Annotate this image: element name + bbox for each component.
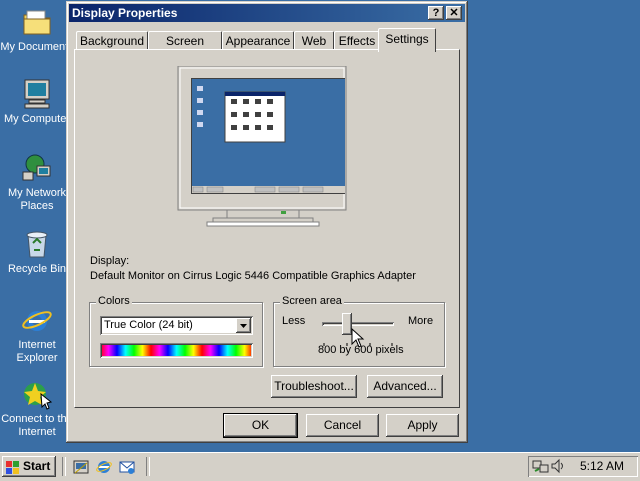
color-spectrum-bar — [100, 343, 253, 358]
clock[interactable]: 5:12 AM — [580, 459, 624, 473]
advanced-button[interactable]: Advanced... — [367, 375, 443, 398]
display-label: Display: — [90, 255, 130, 267]
tab-web[interactable]: Web — [294, 31, 334, 51]
show-desktop-icon[interactable] — [72, 458, 90, 479]
quick-launch — [70, 457, 142, 477]
display-properties-window: Display Properties ? ✕ Background Screen… — [66, 1, 468, 443]
troubleshoot-button[interactable]: Troubleshoot... — [271, 375, 357, 398]
desktop-icon-my-computer[interactable]: My Computer — [0, 78, 74, 126]
system-tray: 5:12 AM — [528, 456, 638, 477]
tab-screen-saver[interactable]: Screen Saver — [148, 31, 222, 66]
title-bar[interactable]: Display Properties ? ✕ — [69, 4, 465, 22]
slider-track — [322, 322, 394, 326]
colors-dropdown[interactable]: True Color (24 bit) — [100, 316, 253, 335]
network-icon — [21, 152, 53, 184]
tab-background[interactable]: Background — [76, 31, 148, 51]
desktop-icon-connect-to-the-internet[interactable]: Connect to the Internet — [0, 378, 74, 439]
desktop-icon-my-network-places[interactable]: My Network Places — [0, 152, 74, 213]
chevron-down-icon — [240, 324, 247, 328]
cancel-button[interactable]: Cancel — [306, 414, 379, 437]
desktop-icon-my-documents[interactable]: My Documents — [0, 6, 74, 54]
computer-icon — [21, 78, 53, 110]
ie-quicklaunch-icon[interactable] — [95, 458, 113, 479]
colors-legend: Colors — [96, 295, 132, 307]
colors-group: Colors True Color (24 bit) — [89, 295, 263, 367]
display-adapter-text: Default Monitor on Cirrus Logic 5446 Com… — [90, 270, 416, 282]
dropdown-arrow-button[interactable] — [236, 318, 251, 333]
taskbar-separator-2 — [146, 457, 150, 476]
taskbar-separator — [62, 457, 66, 476]
outlook-express-icon[interactable] — [118, 458, 136, 479]
start-button[interactable]: Start — [2, 456, 56, 477]
start-label: Start — [23, 459, 51, 473]
desktop-icon-internet-explorer[interactable]: Internet Explorer — [0, 304, 74, 365]
apply-button[interactable]: Apply — [386, 414, 459, 437]
recycle-bin-icon — [21, 228, 53, 260]
colors-selected-value: True Color (24 bit) — [104, 319, 193, 331]
tab-settings[interactable]: Settings — [378, 28, 436, 52]
ie-icon — [21, 304, 53, 336]
monitor-icon — [177, 65, 347, 227]
mouse-cursor — [351, 327, 365, 351]
help-button[interactable]: ? — [428, 6, 444, 20]
close-button[interactable]: ✕ — [446, 6, 462, 20]
ok-button[interactable]: OK — [223, 413, 298, 438]
taskbar: Start 5:12 AM — [0, 452, 640, 481]
settings-panel: Display: Default Monitor on Cirrus Logic… — [74, 49, 460, 408]
tab-effects[interactable]: Effects — [334, 31, 380, 51]
folder-icon — [21, 6, 53, 38]
window-title: Display Properties — [72, 6, 178, 20]
volume-icon[interactable] — [550, 458, 566, 477]
arrow-cursor-icon — [351, 327, 365, 348]
less-label: Less — [282, 315, 306, 327]
desktop-icon-recycle-bin[interactable]: Recycle Bin — [0, 228, 74, 276]
screen-area-legend: Screen area — [280, 295, 344, 307]
monitor-preview — [177, 65, 347, 234]
connect-icon — [21, 378, 53, 410]
windows-logo-icon — [6, 460, 20, 481]
tab-appearance[interactable]: Appearance — [222, 31, 294, 51]
more-label: More — [408, 315, 434, 327]
network-tray-icon[interactable] — [532, 458, 550, 477]
